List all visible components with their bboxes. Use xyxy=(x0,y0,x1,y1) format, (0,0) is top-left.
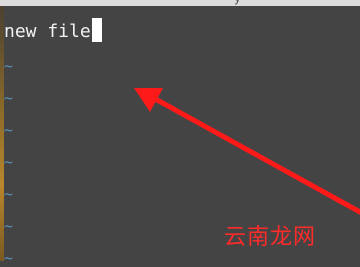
empty-line-tilde: ~ xyxy=(4,185,14,203)
editor-line-1[interactable]: new file xyxy=(4,16,102,48)
empty-line-tilde: ~ xyxy=(4,57,14,75)
empty-line-tilde: ~ xyxy=(4,121,14,139)
empty-line-tilde: ~ xyxy=(4,153,14,171)
text-cursor xyxy=(91,18,102,42)
title-partial-text: y xyxy=(234,0,241,5)
empty-line-tilde: ~ xyxy=(4,89,14,107)
empty-line-tilde: ~ xyxy=(4,249,14,267)
editor-line-text: new file xyxy=(4,21,91,42)
empty-line-tilde: ~ xyxy=(4,217,14,235)
watermark-text: 云南龙网 xyxy=(224,225,317,250)
